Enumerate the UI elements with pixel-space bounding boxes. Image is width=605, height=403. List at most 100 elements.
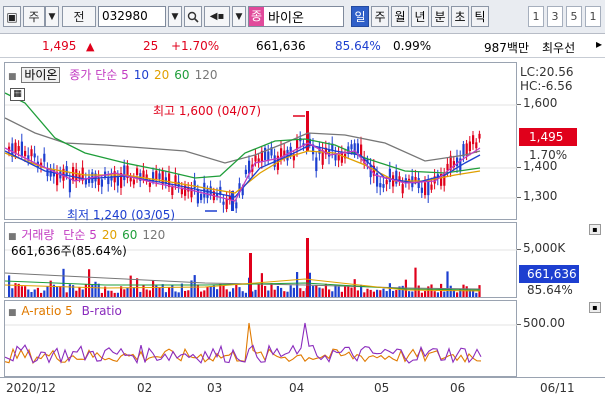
- candle-body: [155, 170, 158, 180]
- volume-bar: [267, 290, 270, 297]
- stock-code-input[interactable]: 032980: [98, 6, 166, 27]
- sound-dropdown-arrow-icon[interactable]: ▼: [232, 6, 246, 27]
- volume-bar: [337, 286, 340, 297]
- timeframe-button-2[interactable]: 월: [391, 6, 409, 27]
- legend-dot-icon: ■: [8, 72, 17, 82]
- volume-bar: [145, 289, 148, 297]
- candle-body: [420, 187, 423, 193]
- timeframe-button-4[interactable]: 분: [431, 6, 449, 27]
- volume-bar: [139, 291, 142, 297]
- table-view-icon[interactable]: ▦: [10, 88, 25, 101]
- volume-bar: [292, 287, 295, 297]
- volume-bar: [24, 286, 27, 297]
- code-label-button[interactable]: 전: [62, 6, 96, 27]
- volume-bar: [443, 291, 446, 297]
- volume-bar: [158, 287, 161, 297]
- volume-bar: [299, 288, 302, 297]
- volume-bar: [88, 269, 91, 297]
- search-icon[interactable]: [184, 6, 202, 27]
- volume-bar: [43, 290, 46, 297]
- volume-title[interactable]: 거래량: [21, 228, 54, 242]
- maximize-icon[interactable]: ▪: [589, 224, 601, 235]
- volume-bar: [244, 292, 247, 297]
- candle-body: [244, 169, 247, 175]
- volume-bar: [180, 283, 183, 297]
- y-tick-1600: 1,600: [523, 96, 558, 110]
- axis-tick: [517, 104, 521, 105]
- candle-body: [468, 141, 471, 152]
- price-legend-item-0[interactable]: 종가 단순 5: [69, 68, 128, 82]
- volume-bar: [94, 281, 97, 297]
- volume-value: 661,636: [256, 39, 306, 53]
- interval-button-3[interactable]: 1: [585, 6, 601, 27]
- type-dropdown-arrow-icon[interactable]: ▼: [45, 6, 59, 27]
- timeframe-button-5[interactable]: 초: [451, 6, 469, 27]
- scroll-right-icon[interactable]: ▸: [596, 37, 602, 51]
- low-annotation: 최저 1,240 (03/05): [67, 208, 176, 222]
- price-chart: [5, 92, 518, 213]
- interval-button-1[interactable]: 3: [547, 6, 563, 27]
- volume-bar: [27, 289, 30, 297]
- candle-body: [158, 173, 161, 180]
- axis-tick: [517, 249, 521, 250]
- ratio-y-tick: 500.00: [523, 316, 565, 330]
- candle-body: [315, 157, 318, 172]
- candle-body: [68, 178, 71, 193]
- sound-icon[interactable]: ◀▪: [204, 6, 230, 27]
- ratio-legend-a[interactable]: A-ratio 5: [21, 304, 72, 318]
- volume-panel[interactable]: ■ 거래량 단순 5 20 60 120 661,636주(85.64%): [4, 222, 518, 298]
- volume-bar: [68, 284, 71, 297]
- code-dropdown-arrow-icon[interactable]: ▼: [168, 6, 182, 27]
- candle-body: [17, 146, 20, 151]
- window-icon[interactable]: ▣: [3, 6, 21, 27]
- type-selector[interactable]: 주: [23, 6, 45, 27]
- volume-legend-item-2[interactable]: 60: [122, 228, 137, 242]
- price-legend-item-1[interactable]: 10: [134, 68, 149, 82]
- candle-body: [14, 142, 17, 154]
- volume-bar: [232, 288, 235, 297]
- volume-legend-item-0[interactable]: 단순 5: [63, 228, 97, 242]
- candle-body: [235, 202, 238, 209]
- candle-body: [385, 180, 388, 185]
- timeframe-button-0[interactable]: 일: [351, 6, 369, 27]
- legend-stock-name[interactable]: 바이온: [21, 67, 61, 83]
- ratio-panel[interactable]: ■ A-ratio 5 B-ratio: [4, 300, 518, 377]
- volume-bar: [392, 290, 395, 297]
- price-legend-item-4[interactable]: 120: [195, 68, 218, 82]
- candle-body: [446, 163, 449, 171]
- volume-bar: [148, 290, 151, 297]
- volume-bar: [81, 289, 84, 297]
- volume-bar: [315, 285, 318, 297]
- timeframe-button-1[interactable]: 주: [371, 6, 389, 27]
- turnover-rate: 0.99%: [393, 39, 432, 53]
- volume-bar: [36, 287, 39, 297]
- volume-bar: [376, 289, 379, 297]
- price-panel[interactable]: ■ 바이온 종가 단순 5 10 20 60 120 ▦ 최고 1,600 (04/07…: [4, 62, 518, 222]
- volume-bar: [331, 291, 334, 297]
- volume-bar: [65, 292, 68, 297]
- candle-body: [417, 178, 420, 189]
- timeframe-button-3[interactable]: 년: [411, 6, 429, 27]
- volume-bar: [456, 292, 459, 297]
- volume-bar: [363, 292, 366, 297]
- volume-bar: [206, 286, 209, 297]
- volume-bar: [30, 291, 33, 297]
- volume-current-tag: 661,636: [519, 265, 579, 283]
- price-legend-item-3[interactable]: 60: [174, 68, 189, 82]
- ratio-legend-b[interactable]: B-ratio: [82, 304, 122, 318]
- volume-bar: [216, 289, 219, 297]
- stock-name-field[interactable]: 종 바이온: [248, 6, 344, 27]
- volume-bar: [225, 289, 228, 297]
- volume-bar: [257, 284, 260, 297]
- interval-button-0[interactable]: 1: [528, 6, 544, 27]
- current-date: 06/11: [540, 381, 575, 395]
- price-legend-item-2[interactable]: 20: [154, 68, 169, 82]
- volume-legend-item-3[interactable]: 120: [142, 228, 165, 242]
- volume-bar: [449, 285, 452, 297]
- interval-button-2[interactable]: 5: [566, 6, 582, 27]
- volume-legend-item-1[interactable]: 20: [102, 228, 117, 242]
- maximize-icon[interactable]: ▪: [589, 302, 601, 313]
- timeframe-button-6[interactable]: 틱: [471, 6, 489, 27]
- volume-bar: [254, 289, 257, 297]
- volume-bar: [97, 283, 100, 297]
